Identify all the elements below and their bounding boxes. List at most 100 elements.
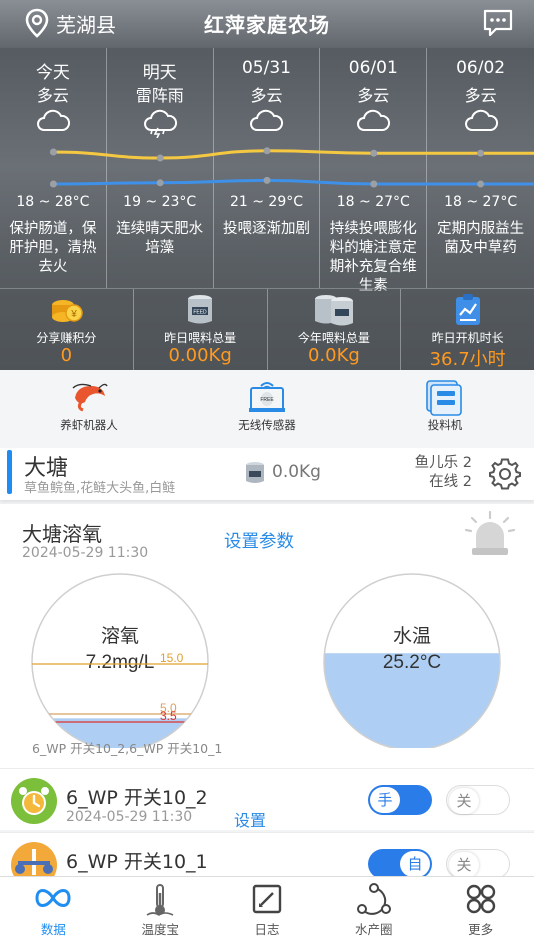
forecast-date: 今天 xyxy=(35,63,70,83)
gear-icon xyxy=(489,458,521,490)
stat-item[interactable]: FEED 昨日喂料总量 0.00Kg xyxy=(133,289,268,370)
forecast-date: 06/02 xyxy=(456,58,506,78)
coins-icon: ¥ xyxy=(0,293,133,327)
tool-label: 无线传感器 xyxy=(238,418,296,432)
off-toggle-knob: 关 xyxy=(449,788,479,814)
stat-label: 昨日开机时长 xyxy=(431,331,504,345)
pond-header[interactable]: 大塘 草鱼鲩鱼,花鲢大头鱼,白鲢 0.0Kg 鱼儿乐 2 在线 2 xyxy=(0,448,534,500)
feed-bucket-icon xyxy=(246,462,264,483)
stat-value: 0.0Kg xyxy=(307,345,360,366)
thermometer-icon xyxy=(107,883,214,917)
data-infinity-icon xyxy=(0,883,107,913)
oxygen-card: 大塘溶氧 2024-05-29 11:30 设置参数 溶氧 7.2mg/L 15.0… xyxy=(0,504,534,768)
forecast-temp-range: 18 ~ 28°C xyxy=(16,194,90,210)
pond-species: 草鱼鲩鱼,花鲢大头鱼,白鲢 xyxy=(24,481,176,496)
forecast-tip: 连续晴天肥水培藻 xyxy=(116,221,204,256)
forecast-tip: 投喂逐渐加剧 xyxy=(222,221,310,237)
top-bar: 芜湖县 红萍家庭农场 xyxy=(0,0,534,46)
tool-wireless-sensor[interactable]: FREE 无线传感器 xyxy=(178,370,356,448)
tab-data-infinity[interactable]: 数据 xyxy=(0,877,107,950)
pond-feed-value: 0.0Kg xyxy=(272,462,321,482)
thunderstorm-icon xyxy=(143,109,177,138)
off-toggle-knob: 关 xyxy=(449,852,479,878)
cloud-icon xyxy=(464,109,498,131)
tool-label: 投料机 xyxy=(427,418,463,432)
pond-settings-button[interactable] xyxy=(488,457,522,495)
forecast-condition: 雷阵雨 xyxy=(135,86,184,105)
forecast-icon xyxy=(0,108,106,138)
threshold-label: 3.5 xyxy=(160,709,177,723)
tab-more-grid[interactable]: 更多 xyxy=(427,877,534,950)
chat-icon xyxy=(483,9,513,37)
tab-thermometer[interactable]: 温度宝 xyxy=(107,877,214,950)
switch-time: 2024-05-29 11:30 xyxy=(66,809,193,825)
svg-text:FREE: FREE xyxy=(260,397,274,403)
cloud-icon xyxy=(357,109,391,131)
tool-feeder[interactable]: 投料机 xyxy=(356,370,534,448)
switch-settings-link[interactable]: 设置 xyxy=(234,807,266,831)
forecast-temp-range: 18 ~ 27°C xyxy=(336,194,410,210)
oxygen-card-time: 2024-05-29 11:30 xyxy=(22,545,149,561)
forecast-temp-range: 19 ~ 23°C xyxy=(123,194,197,210)
forecast-icon xyxy=(214,108,320,138)
stat-value: 0.00Kg xyxy=(168,345,232,366)
dissolved-oxygen-gauge: 溶氧7.2mg/L 15.05.03.5 xyxy=(31,573,209,748)
more-grid-icon xyxy=(427,883,534,915)
tool-shrimp[interactable]: 养虾机器人 xyxy=(0,370,178,448)
stat-item[interactable]: 今年喂料总量 0.0Kg xyxy=(267,289,402,370)
oxygen-card-title: 大塘溶氧 xyxy=(22,522,102,546)
forecast-tip: 定期内服益生菌及中草药 xyxy=(437,221,525,256)
bottom-tab-bar: 数据 温度宝 日志 水产圈 更多 xyxy=(0,876,534,950)
auto-toggle[interactable]: 自 xyxy=(368,849,432,879)
tool-label: 养虾机器人 xyxy=(60,418,118,432)
stats-strip: ¥ 分享赚积分 0 FEED 昨日喂料总量 0.00Kg 今年喂料总量 0.0Kg 昨日开机时长… xyxy=(0,288,534,370)
forecast-icon xyxy=(107,108,213,138)
gauge-value: 25.2°C xyxy=(383,652,441,673)
forecast-date: 05/31 xyxy=(241,58,291,78)
water-temperature-gauge: 水温 25.2°C xyxy=(323,573,501,748)
online-count: 在线 2 xyxy=(429,474,472,490)
gauge-value: 7.2mg/L xyxy=(86,652,155,673)
forecast-condition: 多云 xyxy=(464,86,497,105)
feed-bucket-icon: FEED xyxy=(134,293,267,327)
manual-toggle[interactable]: 手 xyxy=(368,785,432,815)
feed-buckets-icon xyxy=(268,293,401,327)
stat-label: 昨日喂料总量 xyxy=(164,331,237,345)
stat-item[interactable]: 昨日开机时长 36.7小时 xyxy=(401,289,534,370)
gauge-label: 水温 xyxy=(393,625,431,647)
switch-name: 6_WP 开关10_1 xyxy=(66,851,208,873)
tab-label: 水产圈 xyxy=(355,922,393,937)
tab-log[interactable]: 日志 xyxy=(214,877,321,950)
tab-label: 温度宝 xyxy=(141,922,179,937)
feeder-icon xyxy=(356,380,534,416)
manual-toggle-knob: 手 xyxy=(370,787,400,813)
farm-title: 红萍家庭农场 xyxy=(204,13,330,37)
auto-toggle-knob: 自 xyxy=(400,851,430,877)
pond-marker xyxy=(7,450,12,494)
settings-parameters-link[interactable]: 设置参数 xyxy=(224,528,294,553)
forecast-day: 明天 雷阵雨 19 ~ 23°C 连续晴天肥水培藻 xyxy=(107,48,214,288)
weather-panel: 芜湖县 红萍家庭农场 今天 多云 18 ~ 28°C 保护肠道，保肝护胆，清热去火 明天… xyxy=(0,0,534,370)
device-tools: 养虾机器人 FREE 无线传感器 投料机 xyxy=(0,370,534,448)
linked-switches-caption: 6_WP 开关10_2,6_WP 开关10_1 xyxy=(32,741,223,756)
forecast-tip: 保护肠道，保肝护胆，清热去火 xyxy=(9,221,97,275)
off-toggle[interactable]: 关 xyxy=(446,849,510,879)
forecast-condition: 多云 xyxy=(357,86,390,105)
tab-community[interactable]: 水产圈 xyxy=(320,877,427,950)
tab-label: 更多 xyxy=(468,922,494,937)
forecast-icon xyxy=(427,108,534,138)
forecast-day: 今天 多云 18 ~ 28°C 保护肠道，保肝护胆，清热去火 xyxy=(0,48,107,288)
stat-item[interactable]: ¥ 分享赚积分 0 xyxy=(0,289,134,370)
community-icon xyxy=(320,883,427,917)
switch-name: 6_WP 开关10_2 xyxy=(66,787,208,809)
forecast-days: 今天 多云 18 ~ 28°C 保护肠道，保肝护胆，清热去火 明天 雷阵雨 19 ~ 23°… xyxy=(0,48,534,294)
alarm-clock-icon xyxy=(10,777,58,829)
fish-app-count: 鱼儿乐 2 xyxy=(414,455,472,471)
switch-row[interactable]: 6_WP 开关10_2 2024-05-29 11:30 设置 手 关 xyxy=(0,768,534,830)
alarm-light-icon[interactable] xyxy=(462,510,518,558)
off-toggle[interactable]: 关 xyxy=(446,785,510,815)
message-button[interactable] xyxy=(482,8,514,42)
forecast-date: 06/01 xyxy=(348,58,398,78)
stat-value: 0 xyxy=(60,345,73,366)
forecast-icon xyxy=(320,108,426,138)
